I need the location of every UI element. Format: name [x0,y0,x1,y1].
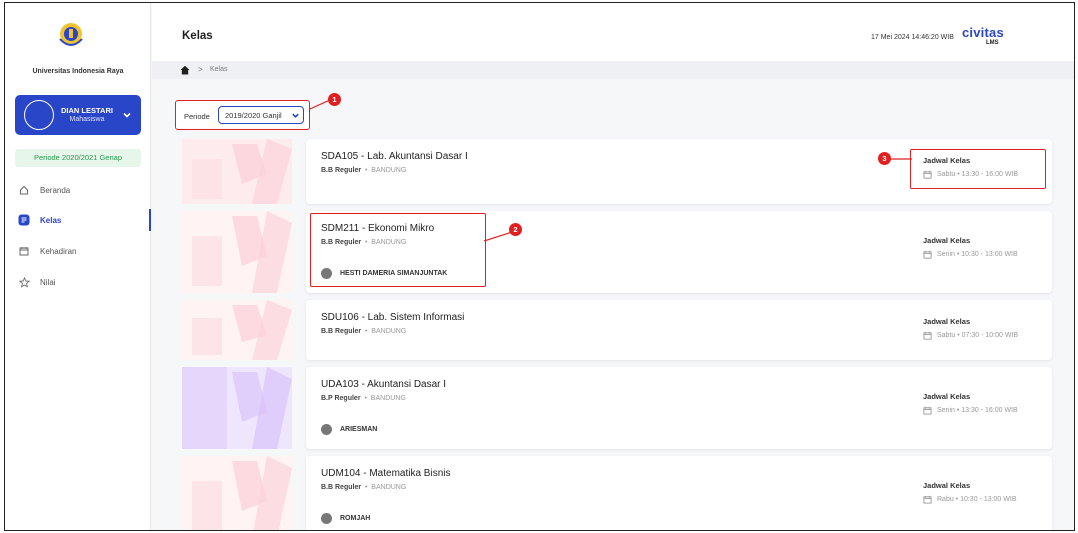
user-role: Mahasiswa [69,116,105,123]
periode-select-value: 2019/2020 Ganjil [225,111,282,120]
sidebar-item-label: Kehadiran [40,246,77,256]
sidebar-item-kehadiran[interactable]: Kehadiran [5,240,151,262]
class-cover-image [182,211,292,293]
periode-select[interactable]: 2019/2020 Ganjil [218,106,304,124]
schedule-heading: Jadwal Kelas [923,392,971,401]
annotation-marker-3: 3 [878,152,891,165]
sidebar-item-label: Nilai [40,277,56,287]
home-icon[interactable] [180,65,190,75]
annotation-highlight-schedule [910,149,1046,189]
lecturer: ARIESMAN [321,424,377,435]
schedule-heading: Jadwal Kelas [923,236,971,245]
class-card[interactable]: UDM104 - Matematika Bisnis B.B Reguler •… [306,456,1052,530]
periode-filter-highlight: Periode 2019/2020 Ganjil [175,100,310,130]
sidebar-item-nilai[interactable]: Nilai [5,271,151,293]
avatar [321,513,332,524]
class-title: UDM104 - Matematika Bisnis [321,468,451,479]
calendar-icon [18,245,30,257]
breadcrumb-current: Kelas [210,66,228,73]
lecturer-name: ROMJAH [340,515,371,522]
class-schedule: Jadwal Kelas Rabu • 10:30 - 13:00 WIB [923,481,1048,504]
class-program: B.B Reguler [321,167,362,174]
class-cover-image [182,300,292,360]
class-meta: B.P Reguler • BANDUNG [321,395,406,402]
calendar-icon [923,495,932,504]
header: Kelas 17 Mei 2024 14:46:20 WIB civitas L… [152,3,1074,61]
class-location: BANDUNG [371,484,407,491]
class-meta: B.B Reguler • BANDUNG [321,167,407,174]
active-periode-badge: Periode 2020/2021 Genap [15,149,141,167]
class-cover-image [182,367,292,449]
annotation-marker-1: 1 [328,93,341,106]
lecturer-name: ARIESMAN [340,426,378,433]
class-schedule: Jadwal Kelas Sabtu • 07:30 - 10:00 WIB [923,317,1048,340]
class-program: B.B Reguler [321,328,362,335]
class-icon [18,214,30,226]
class-cover-image [182,139,292,204]
class-program: B.P Reguler [321,395,361,402]
calendar-icon [923,331,932,340]
class-title: UDA103 - Akuntansi Dasar I [321,379,447,390]
avatar [24,100,54,130]
class-location: BANDUNG [371,328,407,335]
schedule-time: Rabu • 10:30 - 13:00 WIB [937,496,1017,503]
university-name: Universitas Indonesia Raya [32,68,124,75]
class-cover-image [182,456,292,530]
schedule-time: Senin • 10:30 - 13:00 WIB [937,251,1018,258]
lecturer: ROMJAH [321,513,370,524]
class-meta: B.B Reguler • BANDUNG [321,484,407,491]
active-indicator [149,209,151,231]
annotation-highlight-class-info [310,213,486,287]
annotation-line [484,231,512,242]
avatar [321,424,332,435]
calendar-icon [923,406,932,415]
brand-sub: LMS [986,40,999,46]
class-title: SDU106 - Lab. Sistem Informasi [321,312,465,323]
star-icon [18,276,30,288]
class-title: SDA105 - Lab. Akuntansi Dasar I [321,151,468,162]
current-datetime: 17 Mei 2024 14:46:20 WIB [871,34,954,41]
sidebar: Universitas Indonesia Raya DIAN LESTARI … [5,3,151,530]
sidebar-item-label: Beranda [40,185,71,195]
class-schedule: Jadwal Kelas Senin • 13:30 - 16:00 WIB [923,392,1048,415]
chevron-down-icon [292,113,299,118]
page-title: Kelas [182,30,213,42]
class-location: BANDUNG [370,395,406,402]
class-card[interactable]: SDU106 - Lab. Sistem Informasi B.B Regul… [306,300,1052,360]
sidebar-item-label: Kelas [40,215,62,225]
user-name: DIAN LESTARI [61,106,113,115]
class-program: B.B Reguler [321,484,362,491]
sidebar-item-beranda[interactable]: Beranda [5,179,151,201]
class-location: BANDUNG [371,167,407,174]
class-meta: B.B Reguler • BANDUNG [321,328,407,335]
annotation-line [888,158,912,160]
breadcrumb-separator: > [198,65,203,74]
periode-label: Periode [184,112,210,121]
chevron-down-icon [123,112,131,118]
user-menu[interactable]: DIAN LESTARI Mahasiswa [15,95,141,135]
schedule-time: Sabtu • 07:30 - 10:00 WIB [937,332,1019,339]
annotation-marker-2: 2 [509,223,522,236]
sidebar-item-kelas[interactable]: Kelas [5,209,151,231]
app-window: Universitas Indonesia Raya DIAN LESTARI … [4,2,1075,531]
class-schedule: Jadwal Kelas Senin • 10:30 - 13:00 WIB [923,236,1048,259]
schedule-time: Senin • 13:30 - 16:00 WIB [937,407,1018,414]
schedule-heading: Jadwal Kelas [923,481,971,490]
university-logo [59,23,83,46]
home-outline-icon [18,184,30,196]
breadcrumb: > Kelas [152,61,1074,79]
brand-logo: civitas [962,25,1004,40]
calendar-icon [923,250,932,259]
schedule-heading: Jadwal Kelas [923,317,971,326]
class-card[interactable]: UDA103 - Akuntansi Dasar I B.P Reguler •… [306,367,1052,449]
